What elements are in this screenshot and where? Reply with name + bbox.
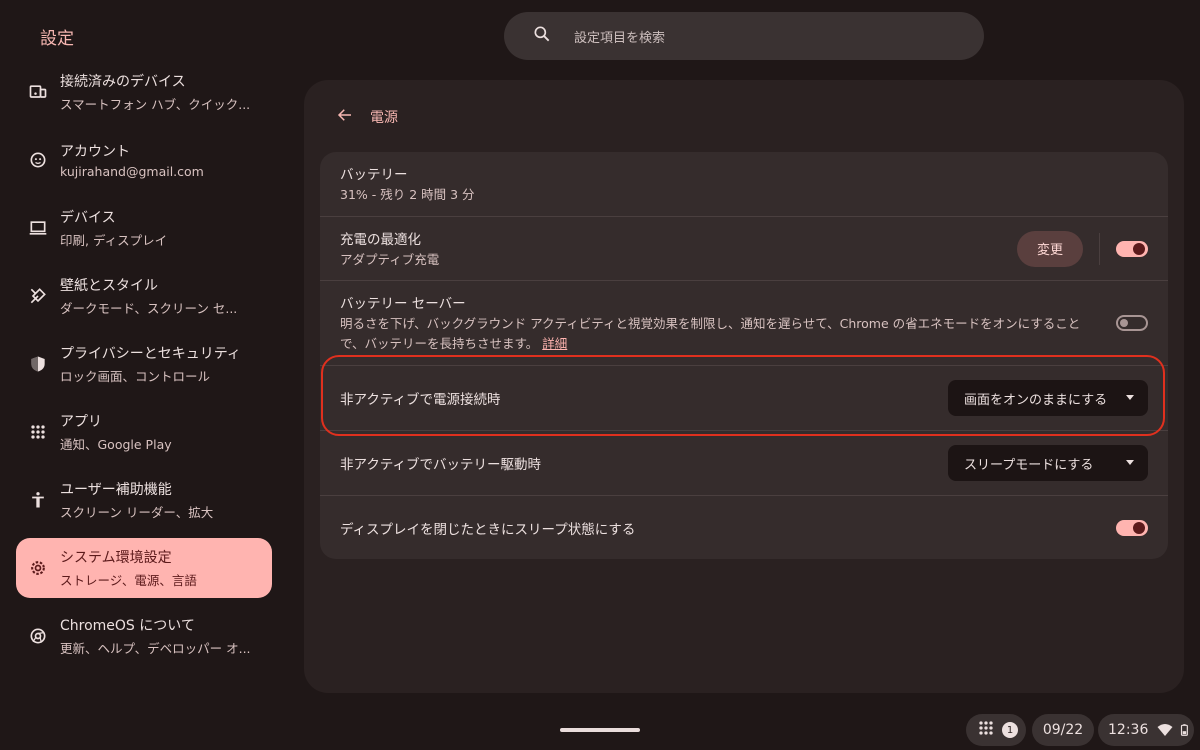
sidebar-item-title: アカウント [60,144,130,160]
lid-sleep-title: ディスプレイを閉じたときにスリープ状態にする [340,521,636,538]
sidebar-item-account[interactable]: アカウント kujirahand@gmail.com [16,130,272,190]
wifi-icon [1156,721,1174,739]
battery-saver-toggle[interactable] [1116,315,1148,331]
search-icon [532,24,552,48]
shield-icon [28,354,48,374]
charge-optimization-title: 充電の最適化 [340,231,421,248]
search-bar[interactable]: 設定項目を検索 [504,12,984,60]
idle-plugged-value: 画面をオンのままにする [964,392,1108,408]
search-input[interactable]: 設定項目を検索 [574,27,665,46]
sidebar-item-subtitle: ロック画面、コントロール [60,369,211,384]
battery-saver-description-text: 明るさを下げ、バックグラウンド アクティビティと視覚効果を制限し、通知を遅らせて… [340,316,1081,351]
power-settings-card: バッテリー 31% - 残り 2 時間 3 分 充電の最適化 アダプティブ充電 … [320,152,1168,559]
shelf-date[interactable]: 09/22 [1032,714,1094,746]
sidebar-item-subtitle: kujirahand@gmail.com [60,164,204,179]
sidebar-item-about-chromeos[interactable]: ChromeOS について 更新、ヘルプ、デベロッパー オ... [16,606,272,666]
connected-devices-icon [28,82,48,102]
sidebar-item-subtitle: スマートフォン ハブ、クイック... [60,97,251,112]
shelf-apps-tray[interactable]: 1 [966,714,1026,746]
main-panel: 電源 バッテリー 31% - 残り 2 時間 3 分 充電の最適化 アダプティブ… [304,80,1184,693]
page-header: 電源 [336,106,398,128]
notification-badge: 1 [1002,722,1018,738]
sidebar-item-device[interactable]: デバイス 印刷, ディスプレイ [16,198,272,258]
page-title: 電源 [370,110,398,126]
chrome-logo-icon [28,626,48,646]
lid-sleep-row: ディスプレイを閉じたときにスリープ状態にする [320,495,1168,559]
sidebar-item-privacy[interactable]: プライバシーとセキュリティ ロック画面、コントロール [16,334,272,394]
sidebar-item-connected-devices[interactable]: 接続済みのデバイス スマートフォン ハブ、クイック... [16,62,272,122]
details-link[interactable]: 詳細 [542,336,567,351]
idle-battery-value: スリープモードにする [964,457,1094,473]
apps-dots-icon [976,718,996,742]
account-icon [28,150,48,170]
sidebar-item-subtitle: ダークモード、スクリーン セ... [60,301,238,316]
battery-icon [1178,721,1192,739]
idle-battery-row: 非アクティブでバッテリー駆動時 スリープモードにする [320,430,1168,495]
idle-plugged-row: 非アクティブで電源接続時 画面をオンのままにする [320,365,1168,430]
battery-row: バッテリー 31% - 残り 2 時間 3 分 [320,152,1168,216]
sidebar-item-title: アプリ [60,414,102,430]
charge-optimization-subtitle: アダプティブ充電 [340,251,440,267]
sidebar-item-wallpaper[interactable]: 壁紙とスタイル ダークモード、スクリーン セ... [16,266,272,326]
sidebar-item-subtitle: 更新、ヘルプ、デベロッパー オ... [60,641,251,656]
battery-title: バッテリー [340,167,408,183]
change-button[interactable]: 変更 [1017,230,1083,267]
sidebar-item-subtitle: スクリーン リーダー、拡大 [60,505,214,520]
sidebar-item-system-preferences[interactable]: システム環境設定 ストレージ、電源、言語 [16,538,272,598]
sidebar-item-accessibility[interactable]: ユーザー補助機能 スクリーン リーダー、拡大 [16,470,272,530]
idle-battery-select[interactable]: スリープモードにする [948,445,1148,481]
home-bar[interactable] [560,728,640,732]
accessibility-icon [28,490,48,510]
sidebar-item-title: プライバシーとセキュリティ [60,346,241,362]
battery-saver-title: バッテリー セーバー [340,296,466,312]
sidebar-item-title: ChromeOS について [60,618,195,634]
sidebar-item-subtitle: 通知、Google Play [60,437,172,452]
sidebar-item-title: 壁紙とスタイル [60,278,158,294]
sidebar-item-title: デバイス [60,210,116,226]
lid-sleep-toggle[interactable] [1116,519,1148,536]
dropdown-caret-icon [1126,460,1134,465]
battery-saver-row: バッテリー セーバー 明るさを下げ、バックグラウンド アクティビティと視覚効果を… [320,280,1168,365]
sidebar-item-title: ユーザー補助機能 [60,482,172,498]
idle-plugged-title: 非アクティブで電源接続時 [340,392,501,408]
battery-status: 31% - 残り 2 時間 3 分 [340,187,475,202]
sidebar-item-title: システム環境設定 [60,550,172,566]
shelf-status-tray[interactable]: 12:36 [1098,714,1194,746]
app-title: 設定 [40,29,74,49]
idle-battery-title: 非アクティブでバッテリー駆動時 [340,457,542,473]
sidebar-item-subtitle: ストレージ、電源、言語 [60,573,197,588]
sidebar-item-subtitle: 印刷, ディスプレイ [60,233,168,248]
apps-grid-icon [28,422,48,442]
charge-optimization-row: 充電の最適化 アダプティブ充電 変更 [320,216,1168,280]
gear-icon [28,558,48,578]
divider [1099,232,1100,265]
clock-time: 12:36 [1108,722,1149,738]
back-arrow-icon[interactable] [336,106,354,128]
charge-optimization-toggle[interactable] [1116,240,1148,257]
idle-plugged-select[interactable]: 画面をオンのままにする [948,380,1148,416]
dropdown-caret-icon [1126,395,1134,400]
sidebar-item-apps[interactable]: アプリ 通知、Google Play [16,402,272,462]
laptop-icon [28,218,48,238]
sidebar-item-title: 接続済みのデバイス [60,74,186,90]
battery-saver-description: 明るさを下げ、バックグラウンド アクティビティと視覚効果を制限し、通知を遅らせて… [340,314,1092,354]
palette-brush-icon [28,286,48,306]
sidebar: 接続済みのデバイス スマートフォン ハブ、クイック... アカウント kujir… [16,62,272,674]
